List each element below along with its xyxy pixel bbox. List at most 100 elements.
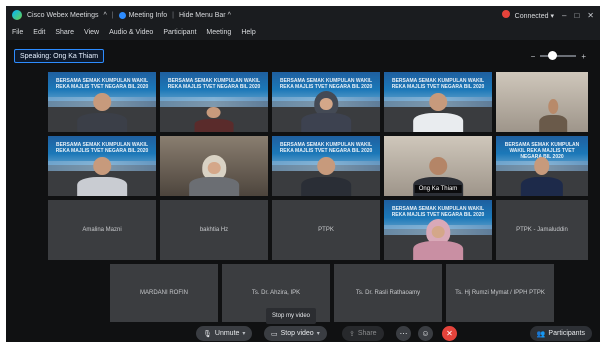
connected-status[interactable]: Connected ▾ [501,10,554,20]
participant-name: PTPK [318,227,334,233]
zoom-out-icon[interactable]: − [531,52,536,61]
video-tile[interactable]: BERSAMA SEMAK KUMPULAN WAKIL REKA MAJLIS… [160,72,268,132]
banner-text: BERSAMA SEMAK KUMPULAN WAKIL REKA MAJLIS… [55,77,149,90]
menu-share[interactable]: Share [55,29,74,36]
webex-logo-icon [12,10,22,20]
meeting-info-button[interactable]: Meeting Info [118,11,168,19]
participant-figure [301,154,351,196]
menu-view[interactable]: View [84,29,99,36]
more-options-button[interactable]: ⋯ [396,326,411,341]
video-tile[interactable]: BERSAMA SEMAK KUMPULAN WAKIL REKA MAJLIS… [48,136,156,196]
share-button[interactable]: ⇪ Share [342,326,384,341]
end-meeting-button[interactable]: ✕ [442,326,457,341]
speaker-row: Speaking: Ong Ka Thiam − + [6,46,600,68]
video-tile-off[interactable]: Amalina Mazni [48,200,156,260]
menu-edit[interactable]: Edit [33,29,45,36]
video-tile-off[interactable]: PTPK - Jamaluddin [496,200,588,260]
zoom-slider[interactable] [540,51,577,60]
video-tile-active-speaker[interactable]: Ong Ka Thiam [384,136,492,196]
participant-name: bakhtia Hz [199,227,229,233]
active-speaker-label: Speaking: Ong Ka Thiam [14,49,105,63]
video-tile[interactable]: BERSAMA SEMAK KUMPULAN WAKIL REKA MAJLIS… [48,72,156,132]
participant-name: Ts. Dr. Rasli Rathaoamy [355,290,421,296]
participant-figure [194,104,234,132]
participant-figure [539,96,567,132]
video-tile[interactable]: BERSAMA SEMAK KUMPULAN WAKIL REKA MAJLIS… [496,136,588,196]
participant-name: MARDANI ROFIN [140,290,188,296]
hide-menu-bar-button[interactable]: Hide Menu Bar ^ [179,12,231,19]
video-tile[interactable]: BERSAMA SEMAK KUMPULAN WAKIL REKA MAJLIS… [384,200,492,260]
share-icon: ⇪ [349,330,355,338]
video-tile-off[interactable]: PTPK [272,200,380,260]
participant-name: Ts. Dr. Ahzira, IPK [251,290,301,296]
video-tile[interactable]: BERSAMA SEMAK KUMPULAN WAKIL REKA MAJLIS… [272,136,380,196]
menu-bar: File Edit Share View Audio & Video Parti… [6,24,600,40]
participants-label: Participants [548,330,585,337]
unmute-label: Unmute [214,330,240,337]
participant-figure [413,90,463,132]
video-tile[interactable]: BERSAMA SEMAK KUMPULAN WAKIL REKA MAJLIS… [272,72,380,132]
chevron-down-icon[interactable]: ▾ [317,330,320,337]
app-title: Cisco Webex Meetings [27,11,99,19]
video-tile[interactable] [160,136,268,196]
reactions-button[interactable]: ☺ [418,326,433,341]
chevron-down-icon: ▾ [550,13,554,20]
participant-nameplate: Ong Ka Thiam [414,185,462,193]
participant-figure [77,154,127,196]
video-tile[interactable] [496,72,588,132]
stop-video-tooltip: Stop my video [266,308,317,324]
banner-text: BERSAMA SEMAK KUMPULAN WAKIL REKA MAJLIS… [279,77,373,90]
video-tile-off[interactable]: Ts. Dr. Rasli Rathaoamy [334,264,442,322]
share-label: Share [357,330,377,337]
camera-icon: ▭ [271,330,278,338]
connected-label: Connected [514,13,549,20]
stop-video-label: Stop video [280,330,314,337]
menu-file[interactable]: File [12,29,23,36]
menu-audio-video[interactable]: Audio & Video [109,29,153,36]
video-tile[interactable]: BERSAMA SEMAK KUMPULAN WAKIL REKA MAJLIS… [384,72,492,132]
chevron-down-icon[interactable]: ▾ [242,330,245,337]
stop-video-button[interactable]: ▭ Stop video ▾ [264,326,327,341]
maximize-icon[interactable]: □ [574,11,579,20]
title-separator: | [111,11,114,19]
video-tile-off[interactable]: bakhtia Hz [160,200,268,260]
app-menu-chevron[interactable]: ^ [103,12,106,19]
banner-text: BERSAMA SEMAK KUMPULAN WAKIL REKA MAJLIS… [391,77,485,90]
menu-help[interactable]: Help [241,29,255,36]
smiley-icon: ☺ [421,329,430,338]
zoom-slider-handle[interactable] [548,51,558,60]
participant-name: PTPK - Jamaluddin [516,227,568,233]
participants-button[interactable]: 👥 Participants [529,326,592,341]
participant-name: Amalina Mazni [82,227,122,233]
minimize-icon[interactable]: – [562,11,566,20]
participants-icon: 👥 [536,330,546,338]
chevron-up-icon: ^ [227,11,231,19]
video-tile-off[interactable]: Ts. Hj Rumzi Mymat / IPPH PTPK [446,264,554,322]
video-tile-off[interactable]: MARDANI ROFIN [110,264,218,322]
participant-name: Ts. Hj Rumzi Mymat / IPPH PTPK [455,290,545,296]
participant-figure [77,90,127,132]
zoom-in-icon[interactable]: + [581,52,586,61]
video-grid: BERSAMA SEMAK KUMPULAN WAKIL REKA MAJLIS… [48,72,588,322]
hide-menu-bar-label: Hide Menu Bar [178,11,226,19]
meeting-controls: 🎙 Unmute ▾ ▭ Stop video ▾ ⇪ Share ⋯ ☺ ✕ … [6,324,600,342]
meeting-info-label: Meeting Info [128,11,168,19]
participant-figure [301,90,351,132]
participant-figure [189,154,239,196]
menu-meeting[interactable]: Meeting [206,29,231,36]
banner-text: BERSAMA SEMAK KUMPULAN WAKIL REKA MAJLIS… [279,141,373,154]
title-separator-2: | [172,11,174,19]
participant-figure [413,218,463,260]
microphone-muted-icon: 🎙 [203,330,212,338]
unmute-button[interactable]: 🎙 Unmute ▾ [196,326,253,341]
participant-figure [520,154,564,196]
title-bar: Cisco Webex Meetings ^ | Meeting Info | … [6,6,600,24]
banner-text: BERSAMA SEMAK KUMPULAN WAKIL REKA MAJLIS… [55,141,149,154]
more-icon: ⋯ [399,329,408,338]
close-icon[interactable]: ✕ [587,11,594,20]
connection-status-icon [501,10,510,18]
zoom-control: − + [531,50,586,62]
webex-window: Cisco Webex Meetings ^ | Meeting Info | … [6,6,600,342]
menu-participant[interactable]: Participant [163,29,196,36]
banner-text: BERSAMA SEMAK KUMPULAN WAKIL REKA MAJLIS… [167,77,261,90]
